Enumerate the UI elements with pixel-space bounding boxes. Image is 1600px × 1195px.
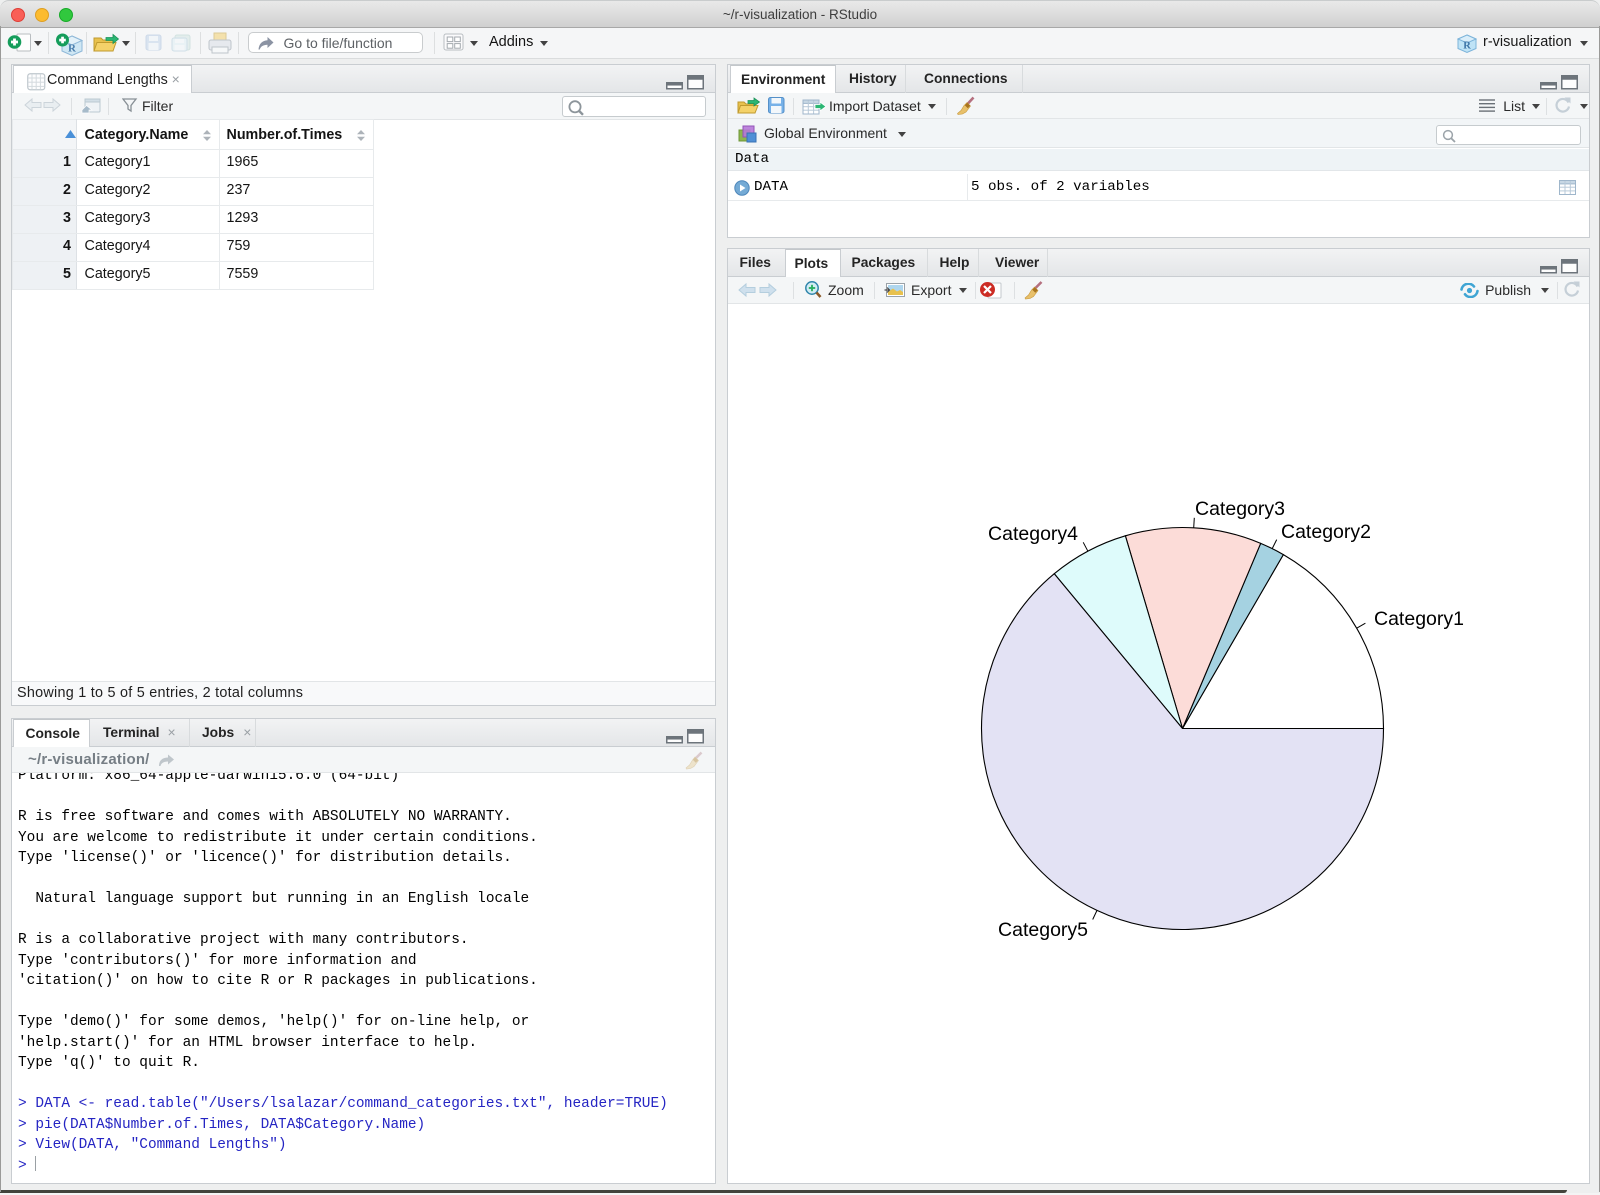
svg-text:Category2: Category2 (1281, 521, 1371, 543)
svg-text:Category5: Category5 (998, 919, 1088, 941)
svg-text:R: R (1463, 41, 1471, 52)
svg-text:Category4: Category4 (988, 523, 1078, 545)
svg-text:R: R (68, 43, 77, 55)
svg-text:Category3: Category3 (1195, 498, 1285, 520)
svg-text:Category1: Category1 (1374, 608, 1464, 630)
